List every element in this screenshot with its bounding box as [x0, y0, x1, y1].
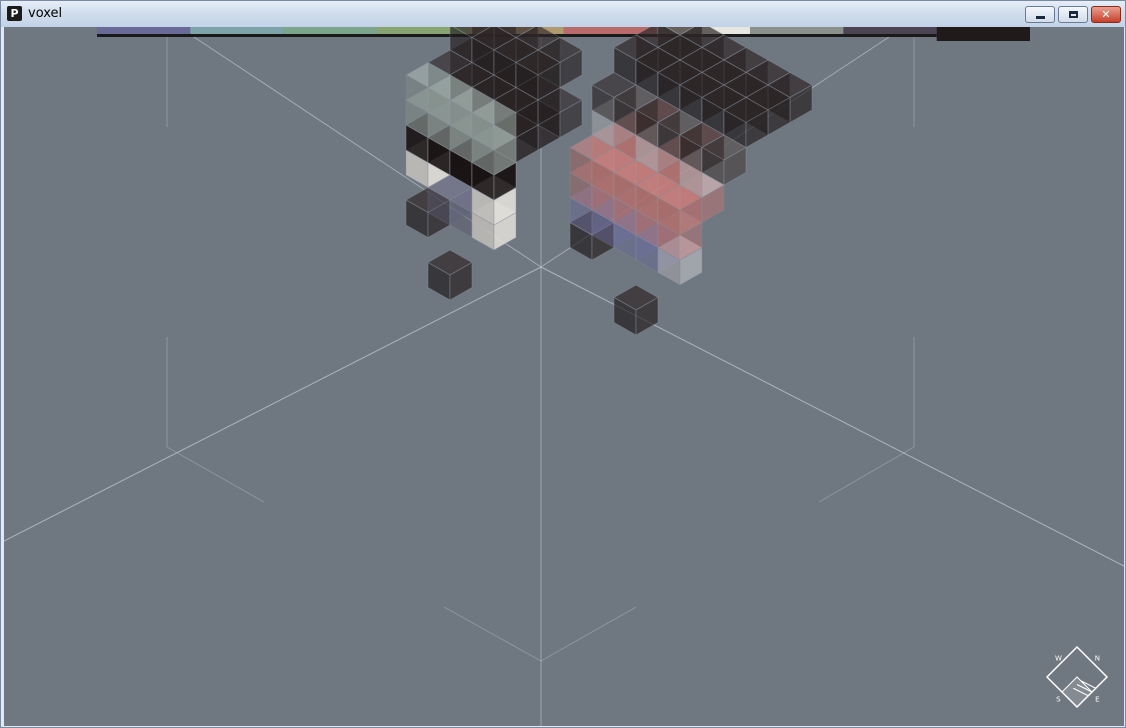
- voxel[interactable]: [427, 249, 473, 301]
- grid-line: [4, 266, 542, 542]
- minimize-button[interactable]: [1025, 6, 1055, 23]
- voxel-viewport[interactable]: W N S E: [4, 27, 1124, 726]
- voxel[interactable]: [613, 284, 659, 336]
- grid-line: [818, 446, 915, 503]
- room-grid: [4, 36, 1124, 726]
- voxel-model-left[interactable]: [405, 27, 583, 301]
- window-title: voxel: [28, 6, 63, 21]
- palette-swatch-1[interactable]: [97, 27, 191, 34]
- minimize-icon: [1026, 7, 1054, 22]
- maximize-icon: [1059, 7, 1087, 22]
- palette-swatch-2[interactable]: [190, 27, 284, 34]
- close-button[interactable]: ✕: [1091, 6, 1121, 23]
- palette-swatch-9[interactable]: [843, 27, 937, 34]
- compass-active-quadrant: [1061, 676, 1093, 708]
- scene-svg[interactable]: W N S E: [4, 27, 1124, 726]
- color-palette[interactable]: [97, 27, 1030, 41]
- close-icon: ✕: [1101, 8, 1111, 21]
- grid-line: [443, 606, 542, 662]
- title-bar[interactable]: P voxel ✕: [1, 1, 1125, 27]
- compass-label-e: E: [1095, 696, 1099, 704]
- palette-swatch-10[interactable]: [936, 27, 1030, 41]
- grid-line: [540, 606, 637, 662]
- compass-label-w: W: [1055, 655, 1062, 663]
- processing-app-icon: P: [7, 6, 22, 21]
- palette-swatch-3[interactable]: [283, 27, 377, 34]
- compass-widget[interactable]: W N S E: [1045, 645, 1109, 709]
- palette-swatch-8[interactable]: [750, 27, 844, 34]
- compass-label-s: S: [1056, 696, 1061, 704]
- maximize-button[interactable]: [1058, 6, 1088, 23]
- app-window: P voxel ✕ W N S E: [0, 0, 1126, 728]
- grid-line: [166, 446, 265, 503]
- compass-label-n: N: [1095, 655, 1100, 663]
- voxel-model-right[interactable]: [569, 27, 813, 336]
